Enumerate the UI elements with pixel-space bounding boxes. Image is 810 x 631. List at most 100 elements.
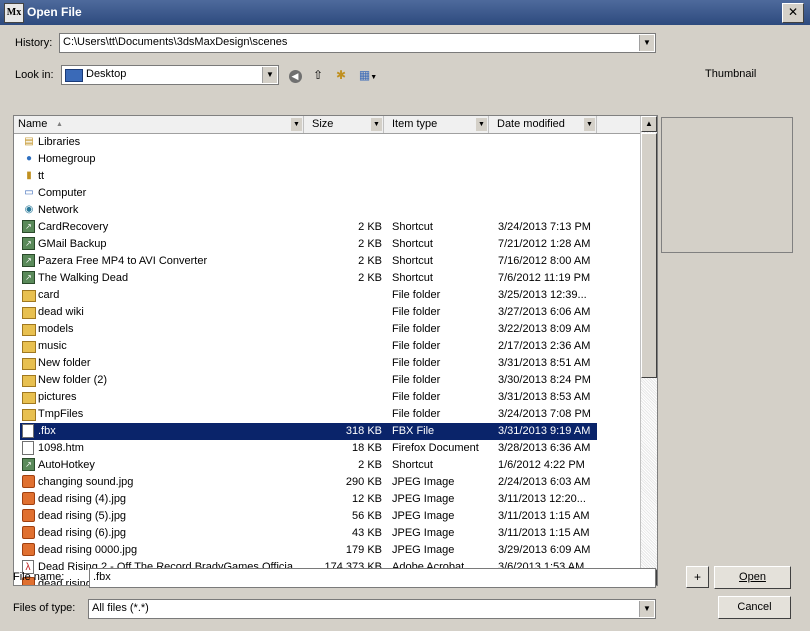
file-date: 3/24/2013 7:08 PM (498, 408, 591, 420)
file-size: 18 KB (352, 442, 382, 454)
column-date-modified[interactable]: Date modified ▼ (493, 116, 597, 133)
scroll-up-button[interactable]: ▲ (641, 116, 657, 132)
file-type-value: All files (*.*) (92, 602, 149, 614)
file-row[interactable]: dead rising (6).jpg 43 KB JPEG Image 3/11/2… (20, 525, 597, 542)
file-name: 1098.htm (38, 442, 84, 454)
file-size: 56 KB (352, 510, 382, 522)
file-type: File folder (392, 391, 441, 403)
desktop-icon (65, 69, 83, 82)
up-folder-button[interactable]: ⇧ (309, 66, 327, 84)
file-row[interactable]: dead rising (5).jpg 56 KB JPEG Image 3/11/2… (20, 508, 597, 525)
file-row[interactable]: 1098.htm 18 KB Firefox Document 3/28/2013 6… (20, 440, 597, 457)
file-row[interactable]: changing sound.jpg 290 KB JPEG Image 2/24/2… (20, 474, 597, 491)
folder-icon (22, 392, 36, 404)
jpeg-icon (22, 526, 35, 539)
file-row[interactable]: ▭ Computer (20, 185, 597, 202)
fbx-file-icon (22, 424, 34, 438)
column-size[interactable]: Size ▼ (308, 116, 384, 133)
file-name: New folder (2) (38, 374, 108, 386)
file-row[interactable]: ↗ Pazera Free MP4 to AVI Converter 2 KB Sho… (20, 253, 597, 270)
file-name-input[interactable]: .fbx (89, 568, 656, 588)
sort-ascending-icon: ▲ (56, 121, 63, 128)
scroll-thumb[interactable] (641, 133, 657, 378)
chevron-down-icon[interactable]: ▼ (639, 35, 654, 51)
file-type: File folder (392, 306, 441, 318)
file-date: 2/17/2013 2:36 AM (498, 340, 591, 352)
new-folder-button[interactable]: ✱ (332, 66, 350, 84)
file-row[interactable]: ▮ tt (20, 168, 597, 185)
file-type: FBX File (392, 425, 435, 437)
file-date: 3/25/2013 12:39... (498, 289, 587, 301)
close-button[interactable]: ✕ (782, 3, 804, 23)
file-type: Shortcut (392, 272, 433, 284)
column-item-type[interactable]: Item type ▼ (388, 116, 489, 133)
file-row[interactable]: ↗ AutoHotkey 2 KB Shortcut 1/6/2012 4:22 PM (20, 457, 597, 474)
shortcut-icon: ↗ (22, 271, 35, 284)
file-name: Network (38, 204, 79, 216)
file-type-label: Files of type: (13, 602, 76, 614)
open-button[interactable]: Open (714, 566, 791, 589)
column-name[interactable]: Name ▲ ▼ (14, 116, 304, 133)
file-row[interactable]: pictures File folder 3/31/2013 8:53 AM (20, 389, 597, 406)
file-type: Firefox Document (392, 442, 479, 454)
file-row[interactable]: music File folder 2/17/2013 2:36 AM (20, 338, 597, 355)
file-name-value: .fbx (93, 571, 111, 583)
file-row[interactable]: ↗ GMail Backup 2 KB Shortcut 7/21/2012 1:28 … (20, 236, 597, 253)
file-date: 7/21/2012 1:28 AM (498, 238, 591, 250)
add-button[interactable]: + (686, 566, 709, 588)
file-size: 290 KB (345, 476, 382, 488)
document-icon (22, 441, 34, 455)
cancel-button[interactable]: Cancel (718, 596, 791, 619)
user-folder-icon: ▮ (26, 170, 32, 181)
file-list[interactable]: Name ▲ ▼ Size ▼ Item type ▼ Date modified ▼ ▤… (13, 115, 658, 586)
column-date-label: Date modified (497, 118, 565, 130)
view-grid-icon: ▦ (358, 68, 371, 82)
computer-icon: ▭ (24, 187, 34, 198)
file-date: 3/27/2013 6:06 AM (498, 306, 591, 318)
file-row[interactable]: dead rising 0000.jpg 179 KB JPEG Image 3/29… (20, 542, 597, 559)
file-type: JPEG Image (392, 544, 455, 556)
file-row[interactable]: dead rising (4).jpg 12 KB JPEG Image 3/11/2… (20, 491, 597, 508)
file-type: Shortcut (392, 459, 433, 471)
folder-icon (22, 409, 36, 421)
column-type-label: Item type (392, 118, 438, 130)
chevron-down-icon[interactable]: ▼ (584, 118, 595, 131)
back-button[interactable]: ◀ (286, 66, 304, 84)
folder-icon (22, 307, 36, 319)
history-combobox[interactable]: C:\Users\tt\Documents\3dsMaxDesign\scene… (59, 33, 656, 53)
file-row[interactable]: card File folder 3/25/2013 12:39... (20, 287, 597, 304)
file-name: dead rising (4).jpg (38, 493, 127, 505)
network-icon: ◉ (24, 204, 34, 215)
chevron-down-icon[interactable]: ▼ (371, 118, 382, 131)
shortcut-icon: ↗ (22, 237, 35, 250)
file-type-combobox[interactable]: All files (*.*) ▼ (88, 599, 656, 619)
look-in-label: Look in: (15, 69, 54, 81)
file-date: 3/31/2013 9:19 AM (498, 425, 591, 437)
file-row[interactable]: ▤ Libraries (20, 134, 597, 151)
file-name: Pazera Free MP4 to AVI Converter (38, 255, 208, 267)
file-row[interactable]: New folder File folder 3/31/2013 8:51 AM (20, 355, 597, 372)
file-date: 3/30/2013 8:24 PM (498, 374, 591, 386)
file-row[interactable]: ↗ CardRecovery 2 KB Shortcut 3/24/2013 7:13 … (20, 219, 597, 236)
file-name: GMail Backup (38, 238, 107, 250)
chevron-down-icon[interactable]: ▼ (291, 118, 302, 131)
file-row[interactable]: ● Homegroup (20, 151, 597, 168)
file-name: dead rising (6).jpg (38, 527, 127, 539)
file-row[interactable]: New folder (2) File folder 3/30/2013 8:24 … (20, 372, 597, 389)
file-row[interactable]: ◉ Network (20, 202, 597, 219)
jpeg-icon (22, 492, 35, 505)
view-menu-button[interactable]: ▦▼ (355, 66, 381, 84)
vertical-scrollbar[interactable]: ▲ ▼ (640, 116, 657, 585)
chevron-down-icon[interactable]: ▼ (476, 118, 487, 131)
file-row[interactable]: TmpFiles File folder 3/24/2013 7:08 PM (20, 406, 597, 423)
history-label: History: (15, 37, 53, 49)
chevron-down-icon[interactable]: ▼ (639, 601, 654, 617)
look-in-combobox[interactable]: Desktop ▼ (61, 65, 279, 85)
chevron-down-icon[interactable]: ▼ (262, 67, 277, 83)
file-row[interactable]: dead wiki File folder 3/27/2013 6:06 AM (20, 304, 597, 321)
file-row[interactable]: ↗ The Walking Dead 2 KB Shortcut 7/6/2012 11… (20, 270, 597, 287)
file-row[interactable]: models File folder 3/22/2013 8:09 AM (20, 321, 597, 338)
file-row[interactable]: .fbx 318 KB FBX File 3/31/2013 9:19 AM (20, 423, 597, 440)
column-size-label: Size (312, 118, 334, 130)
back-arrow-icon: ◀ (288, 70, 302, 83)
